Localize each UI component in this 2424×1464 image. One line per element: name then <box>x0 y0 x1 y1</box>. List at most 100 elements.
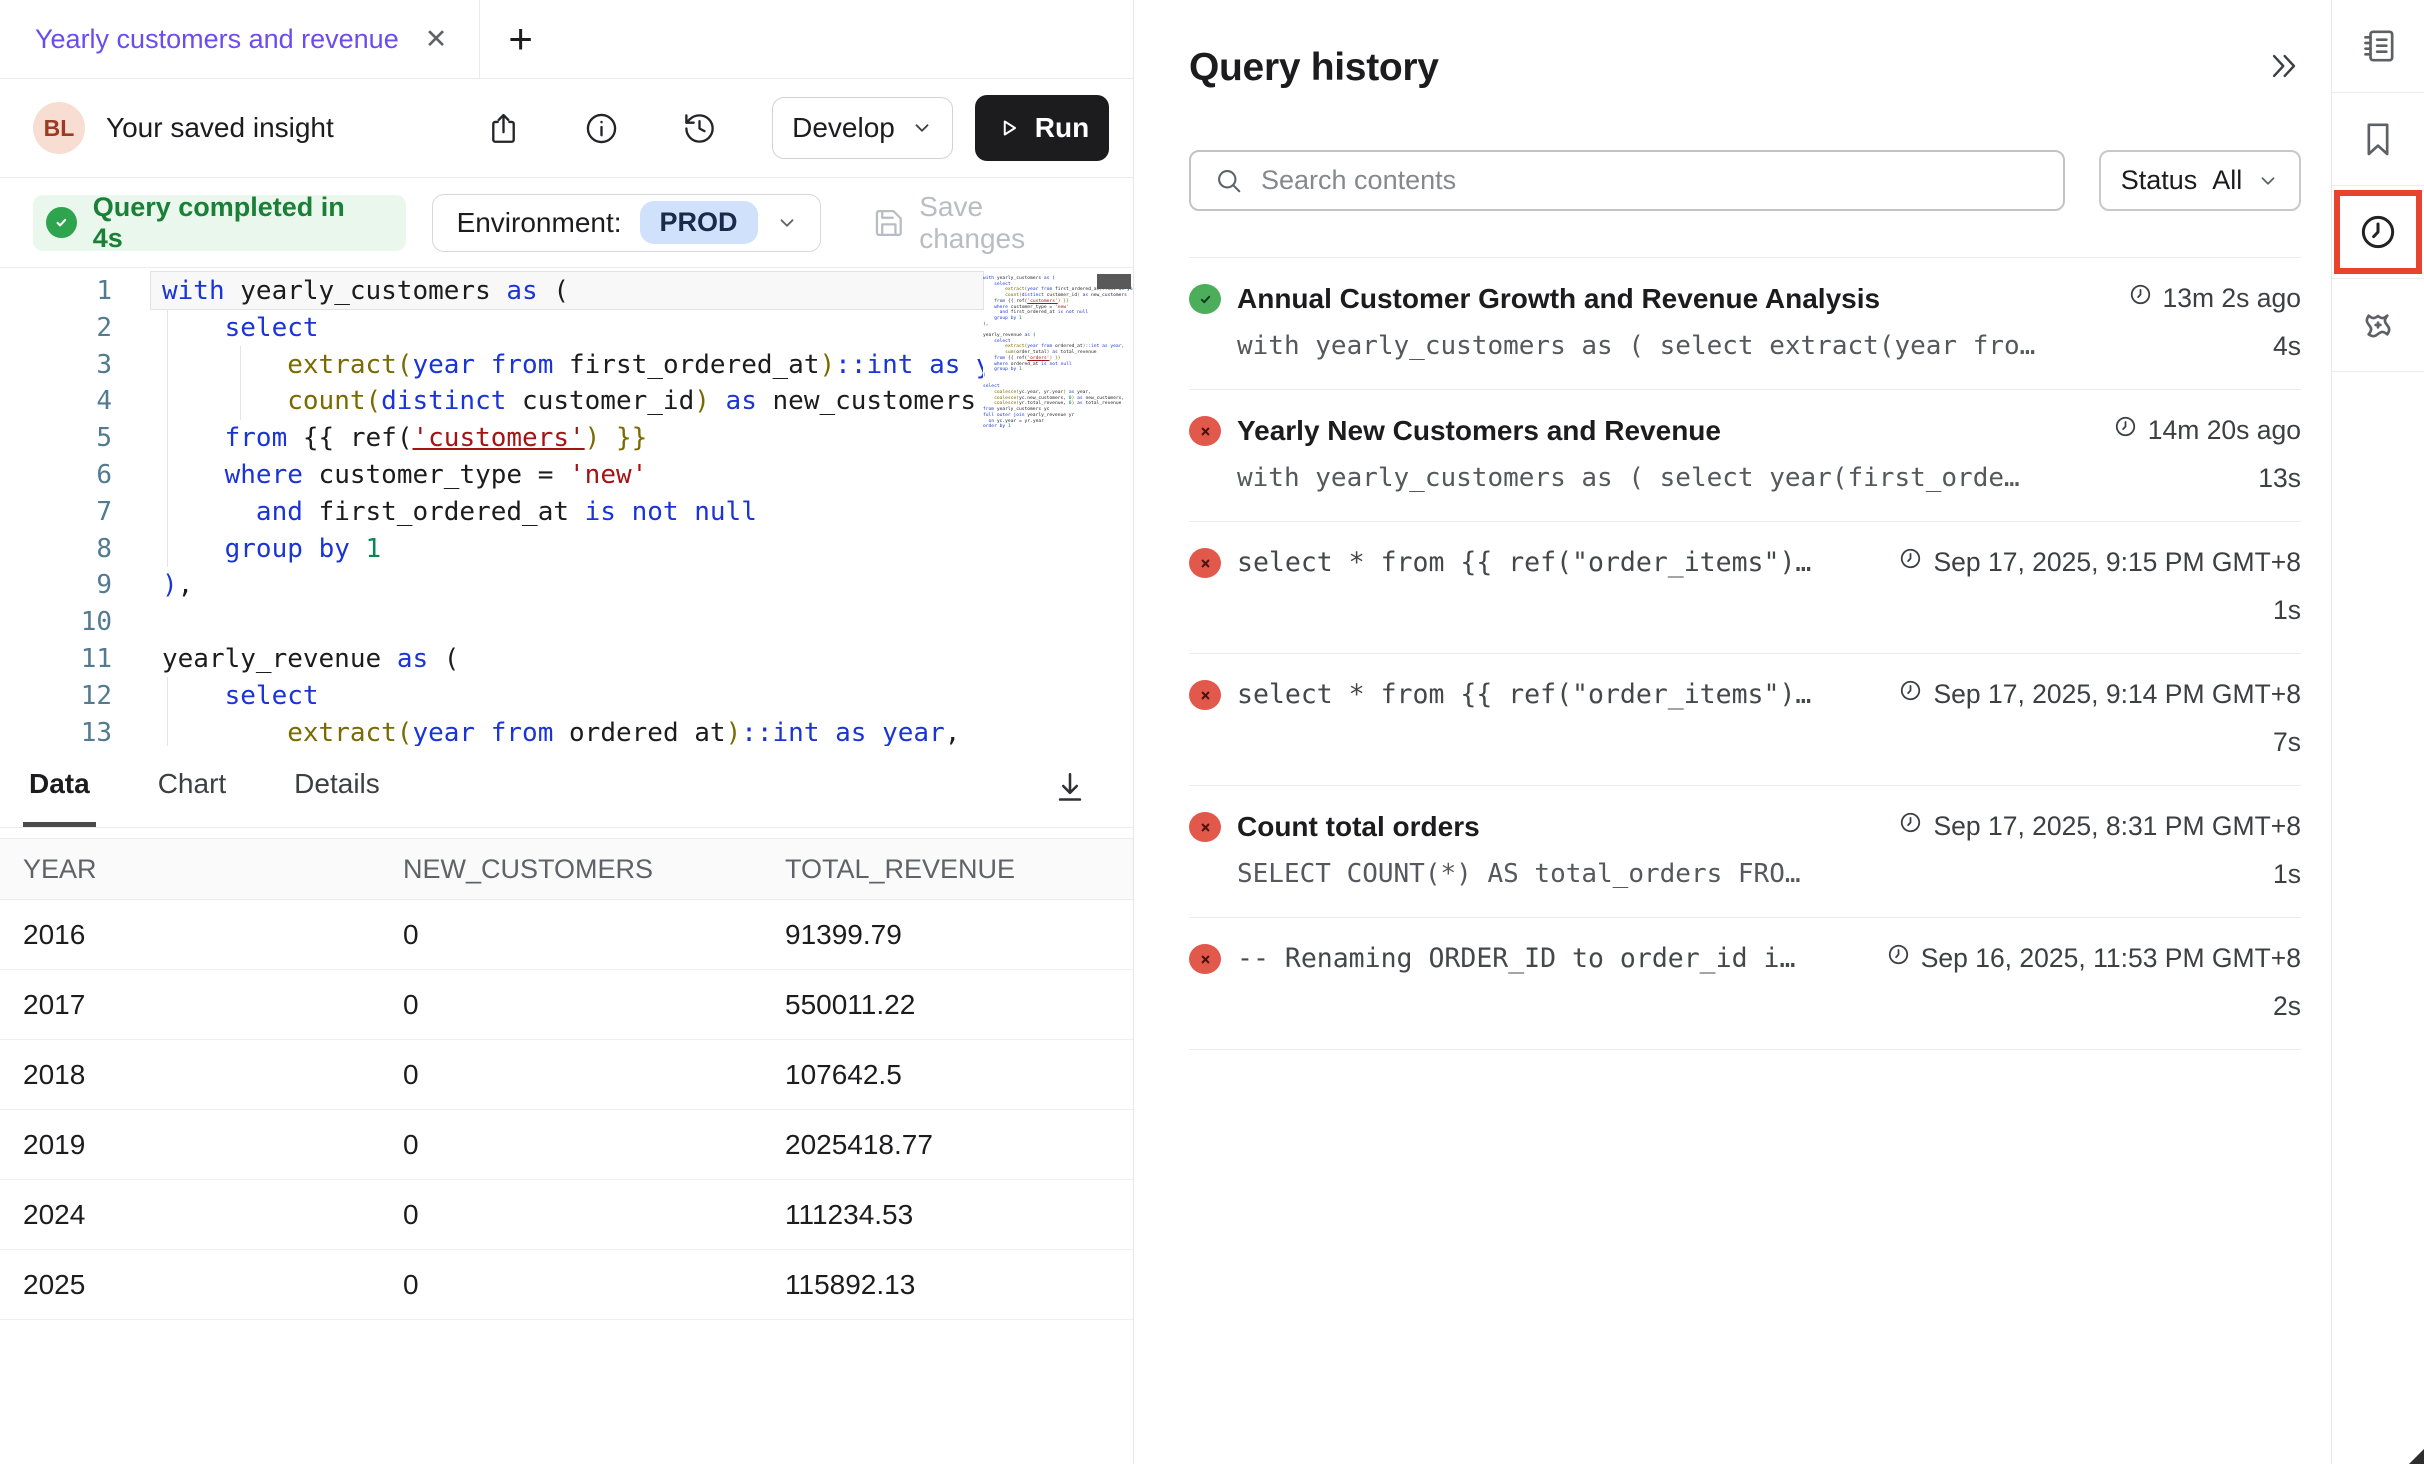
result-tab-data[interactable]: Data <box>23 746 96 827</box>
save-changes-label: Save changes <box>919 191 1095 255</box>
run-label: Run <box>1035 112 1089 144</box>
query-history-item[interactable]: select * from {{ ref("order_items")…Sep … <box>1189 653 2301 785</box>
clock-icon <box>1886 942 1911 974</box>
run-button[interactable]: Run <box>975 95 1109 161</box>
resize-grip[interactable] <box>2409 1449 2424 1464</box>
sql-editor[interactable]: 1234567891011121314151617181920212223242… <box>0 268 1133 746</box>
result-tab-details[interactable]: Details <box>288 746 386 827</box>
query-sql-preview: with yearly_customers as ( select extrac… <box>1237 331 2104 361</box>
check-icon <box>46 207 77 238</box>
table-row: 20250115892.13 <box>0 1250 1133 1320</box>
query-timestamp: 13m 2s ago <box>2128 282 2301 314</box>
query-duration: 1s <box>1898 595 2301 626</box>
query-history-item-main: -- Renaming ORDER_ID to order_id i… <box>1237 942 1862 1022</box>
table-cell: 2018 <box>23 1059 403 1091</box>
code-line: count(distinct customer_id) as new_custo… <box>162 383 983 420</box>
table-cell: 2025418.77 <box>785 1129 1133 1161</box>
query-timestamp: 14m 20s ago <box>2113 414 2301 446</box>
clock-icon <box>2128 282 2153 314</box>
query-history-item[interactable]: Yearly New Customers and Revenuewith yea… <box>1189 389 2301 521</box>
line-number: 9 <box>0 567 112 604</box>
success-icon <box>1189 284 1221 314</box>
result-tab-chart[interactable]: Chart <box>152 746 232 827</box>
query-history-item[interactable]: select * from {{ ref("order_items")…Sep … <box>1189 521 2301 653</box>
environment-value: PROD <box>640 201 758 244</box>
editor-gutter: 1234567891011121314151617181920212223242… <box>0 273 112 746</box>
code-line <box>162 604 983 641</box>
query-meta: 14m 20s ago 13s <box>2089 414 2301 494</box>
query-duration: 7s <box>1898 727 2301 758</box>
download-icon[interactable] <box>1045 762 1095 812</box>
clock-history-icon[interactable] <box>2332 186 2424 279</box>
right-icon-rail <box>2331 0 2424 1464</box>
table-cell: 2025 <box>23 1269 403 1301</box>
version-history-icon[interactable] <box>674 103 724 153</box>
query-history-item[interactable]: Count total ordersSELECT COUNT(*) AS tot… <box>1189 785 2301 917</box>
save-changes-button[interactable]: Save changes <box>873 191 1095 255</box>
clock-icon <box>1898 810 1923 842</box>
share-icon[interactable] <box>478 103 528 153</box>
editor-minimap[interactable]: with yearly_customers as ( select extrac… <box>983 276 1105 430</box>
line-number: 5 <box>0 420 112 457</box>
develop-button[interactable]: Develop <box>772 97 953 159</box>
query-timestamp: Sep 17, 2025, 8:31 PM GMT+8 <box>1898 810 2301 842</box>
line-number: 6 <box>0 457 112 494</box>
info-icon[interactable] <box>576 103 626 153</box>
query-title: Yearly New Customers and Revenue <box>1237 414 2089 448</box>
tab-yearly-customers[interactable]: Yearly customers and revenue ✕ <box>0 0 479 78</box>
line-number: 10 <box>0 604 112 641</box>
query-history-list: Annual Customer Growth and Revenue Analy… <box>1189 257 2301 1050</box>
line-number: 3 <box>0 347 112 384</box>
query-duration: 4s <box>2128 331 2301 362</box>
table-cell: 0 <box>403 989 785 1021</box>
table-row: 2016091399.79 <box>0 900 1133 970</box>
query-timestamp: Sep 17, 2025, 9:15 PM GMT+8 <box>1898 546 2301 578</box>
table-cell: 111234.53 <box>785 1199 1133 1231</box>
environment-selector[interactable]: Environment: PROD <box>432 194 821 252</box>
close-tab-icon[interactable]: ✕ <box>425 24 448 55</box>
search-box[interactable] <box>1189 150 2065 211</box>
editor-code[interactable]: with yearly_customers as ( select extrac… <box>162 273 983 746</box>
new-tab-button[interactable]: + <box>480 0 561 78</box>
line-number: 1 <box>0 273 112 310</box>
query-title: Count total orders <box>1237 810 1874 844</box>
notebook-icon[interactable] <box>2332 0 2424 93</box>
table-cell: 107642.5 <box>785 1059 1133 1091</box>
clock-icon <box>1898 678 1923 710</box>
bookmark-icon[interactable] <box>2332 93 2424 186</box>
code-line: extract(year from ordered_at)::int as ye… <box>162 715 983 746</box>
query-history-item[interactable]: -- Renaming ORDER_ID to order_id i…Sep 1… <box>1189 917 2301 1049</box>
minimap-line: order by 1 <box>983 424 1105 430</box>
table-cell: 0 <box>403 1059 785 1091</box>
editor-scrollbar-thumb[interactable] <box>1097 274 1131 289</box>
code-line: extract(year from first_ordered_at)::int… <box>162 347 983 384</box>
query-duration: 2s <box>1886 991 2301 1022</box>
code-line: select <box>162 678 983 715</box>
environment-label: Environment: <box>457 207 622 239</box>
code-line: from {{ ref('customers') }} <box>162 420 983 457</box>
compass-icon[interactable] <box>2332 279 2424 372</box>
code-line: yearly_revenue as ( <box>162 641 983 678</box>
query-history-title: Query history <box>1189 46 1439 90</box>
table-cell: 0 <box>403 1129 785 1161</box>
table-row: 20240111234.53 <box>0 1180 1133 1250</box>
search-input[interactable] <box>1261 165 2039 196</box>
code-line: where customer_type = 'new' <box>162 457 983 494</box>
table-cell: 0 <box>403 1199 785 1231</box>
error-icon <box>1189 548 1221 578</box>
code-line: group by 1 <box>162 531 983 568</box>
error-icon <box>1189 812 1221 842</box>
save-icon <box>873 207 905 239</box>
collapse-panel-icon[interactable] <box>2267 49 2301 88</box>
table-cell: 115892.13 <box>785 1269 1133 1301</box>
status-filter-dropdown[interactable]: Status All <box>2099 150 2301 211</box>
result-table: YEARNEW_CUSTOMERSTOTAL_REVENUE 201609139… <box>0 838 1133 1320</box>
table-header-row: YEARNEW_CUSTOMERSTOTAL_REVENUE <box>0 838 1133 900</box>
line-number: 12 <box>0 678 112 715</box>
play-icon <box>995 115 1021 141</box>
query-history-item-main: select * from {{ ref("order_items")… <box>1237 678 1874 758</box>
query-history-item[interactable]: Annual Customer Growth and Revenue Analy… <box>1189 257 2301 389</box>
query-meta: Sep 17, 2025, 9:15 PM GMT+8 1s <box>1874 546 2301 626</box>
line-number: 13 <box>0 715 112 746</box>
query-duration: 13s <box>2113 463 2301 494</box>
